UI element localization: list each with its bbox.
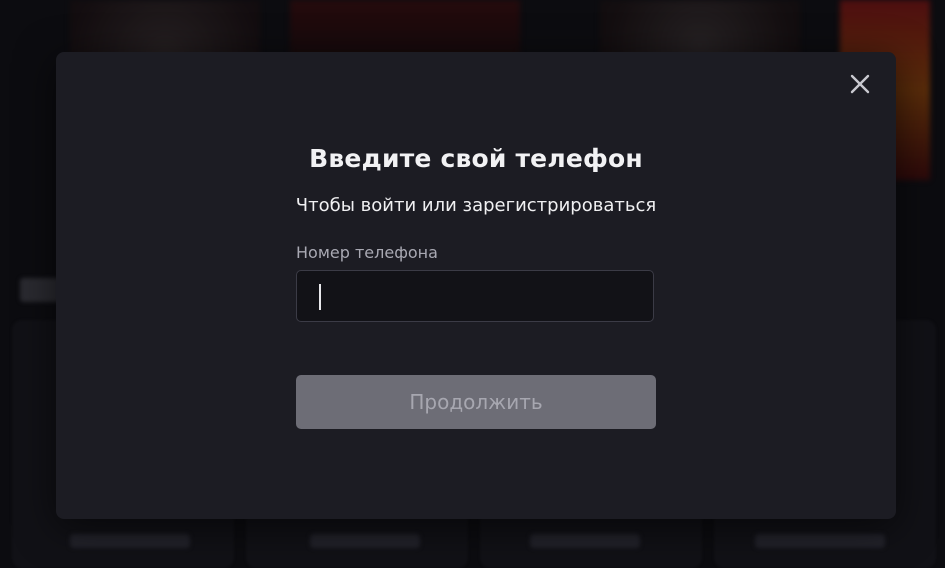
continue-button[interactable]: Продолжить bbox=[296, 375, 656, 429]
background-text bbox=[310, 534, 420, 548]
close-button[interactable] bbox=[846, 70, 874, 98]
modal-title: Введите свой телефон bbox=[309, 144, 643, 173]
modal-subtitle: Чтобы войти или зарегистрироваться bbox=[295, 195, 657, 216]
text-caret bbox=[319, 284, 321, 310]
background-text bbox=[530, 534, 640, 548]
phone-field-label: Номер телефона bbox=[296, 243, 438, 262]
phone-input[interactable] bbox=[296, 270, 654, 322]
background-heading bbox=[20, 278, 60, 302]
login-modal: Введите свой телефон Чтобы войти или зар… bbox=[56, 52, 896, 519]
close-icon bbox=[850, 74, 870, 94]
background-text bbox=[755, 534, 885, 548]
background-text bbox=[70, 534, 190, 548]
